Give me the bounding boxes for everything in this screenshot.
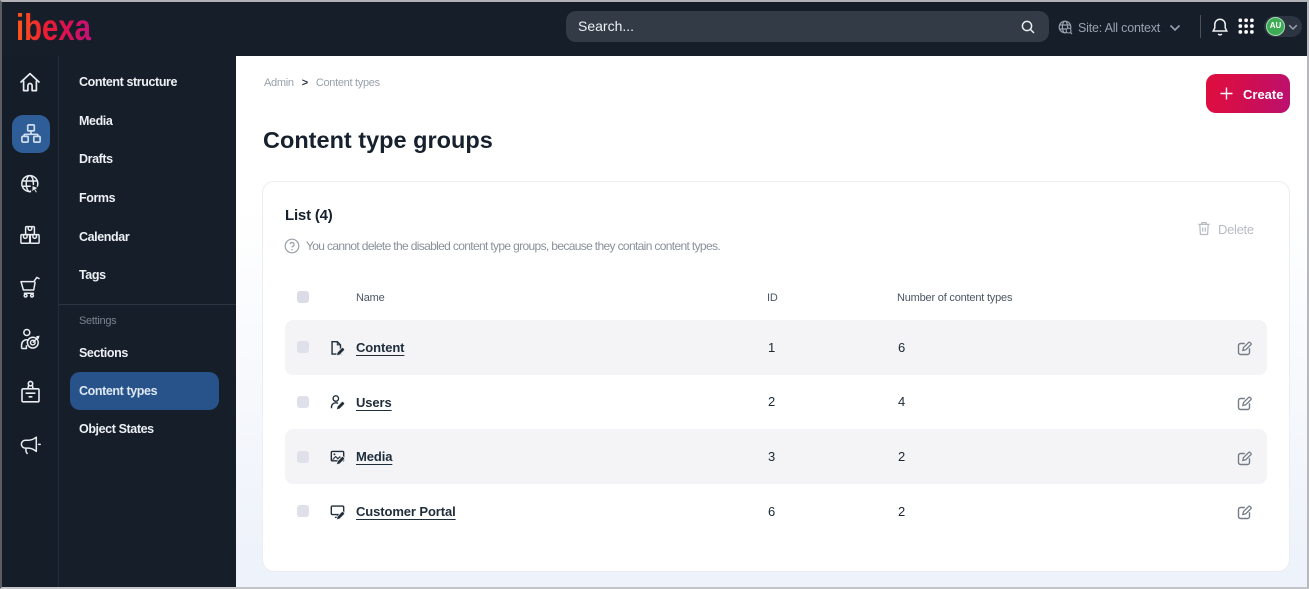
svg-text:ibexa: ibexa bbox=[16, 7, 91, 46]
